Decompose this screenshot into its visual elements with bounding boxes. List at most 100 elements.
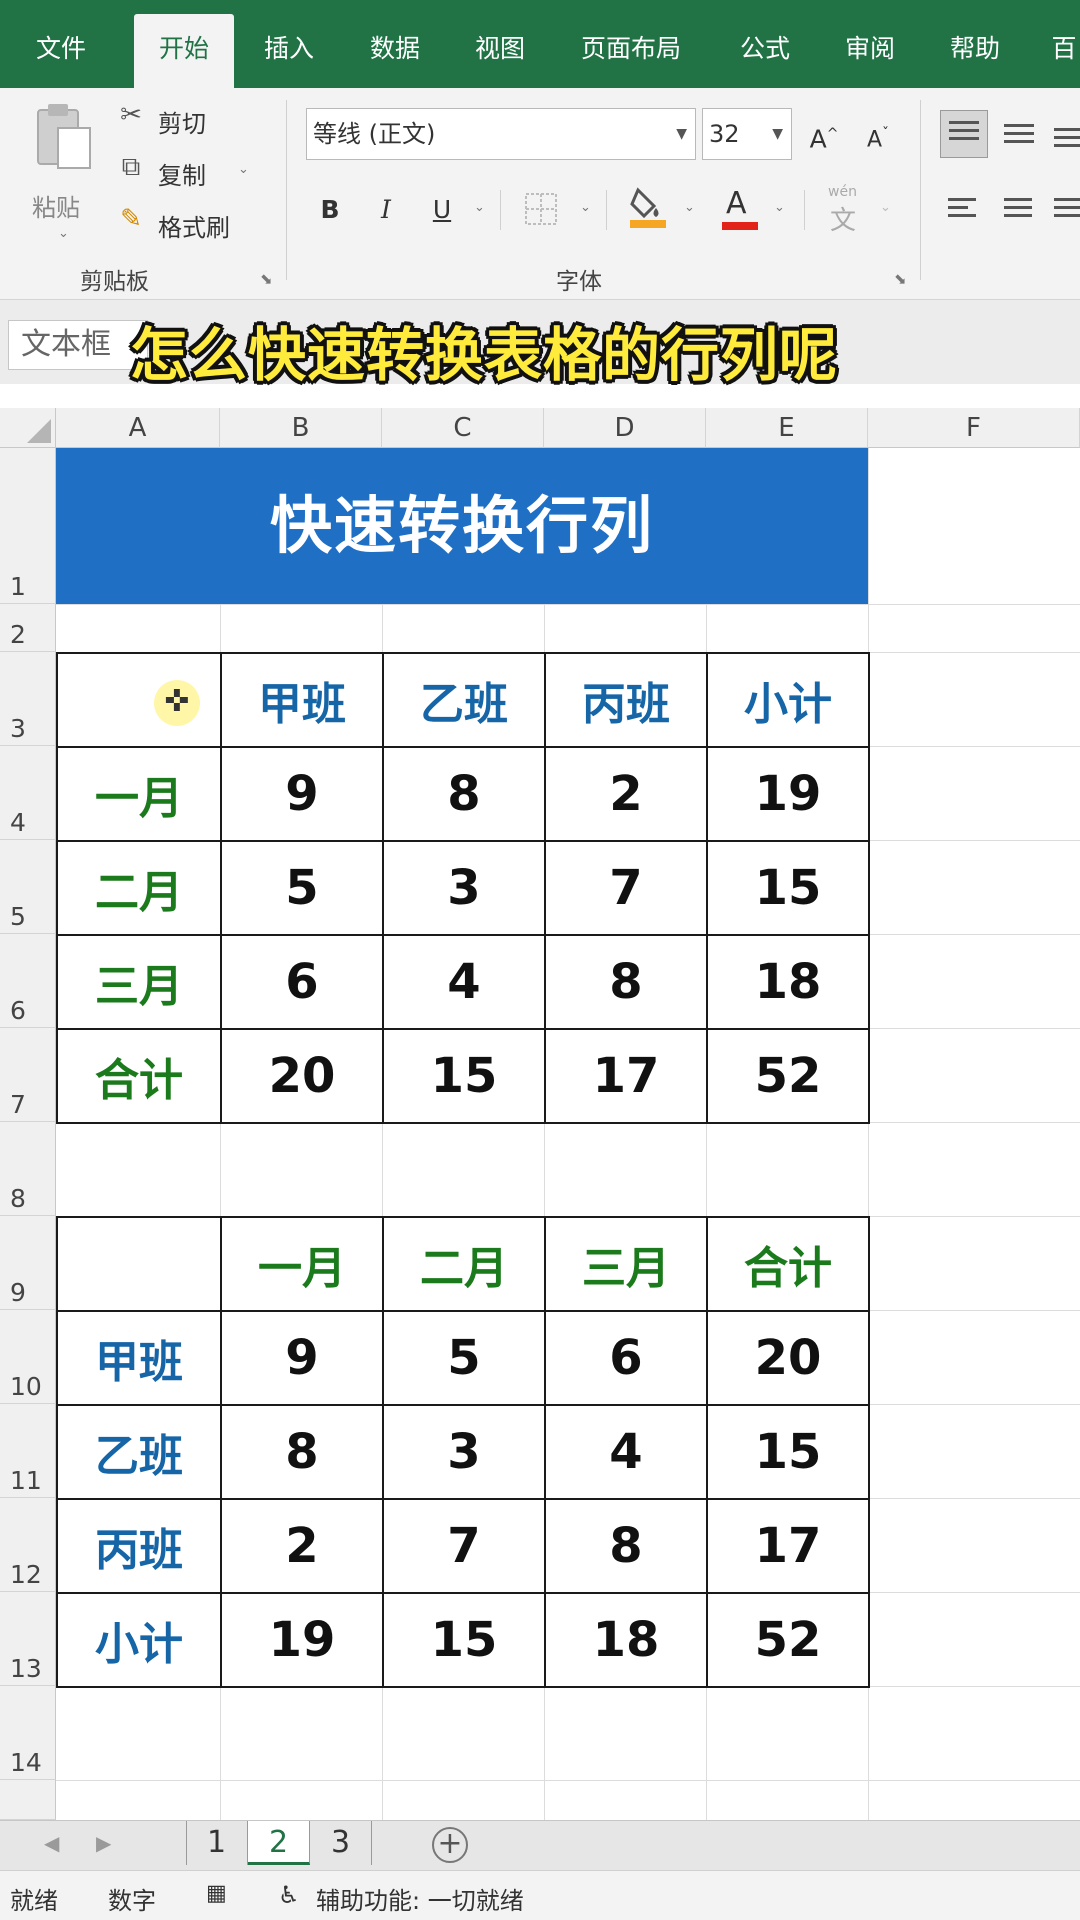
table-cell[interactable]: 20 <box>706 1310 870 1406</box>
column-header-d[interactable]: D <box>544 408 706 448</box>
column-header-b[interactable]: B <box>220 408 382 448</box>
grow-font-button[interactable]: A^ <box>806 112 842 156</box>
column-label-cell[interactable]: 二月 <box>382 1216 546 1312</box>
font-color-button[interactable]: A <box>720 184 764 234</box>
font-name-select[interactable]: 等线 (正文) ▼ <box>306 108 696 160</box>
row-label-cell[interactable]: 合计 <box>56 1028 222 1124</box>
table-cell[interactable]: 8 <box>220 1404 384 1500</box>
add-sheet-button[interactable]: + <box>432 1827 468 1863</box>
table-cell[interactable]: 9 <box>220 1310 384 1406</box>
row-label-cell[interactable]: 甲班 <box>56 1310 222 1406</box>
macro-record-icon[interactable]: ▦ <box>206 1881 227 1906</box>
table-cell[interactable]: 17 <box>544 1028 708 1124</box>
table-cell[interactable]: 19 <box>220 1592 384 1688</box>
row-header-15[interactable] <box>0 1780 56 1820</box>
sheet-tab-1[interactable]: 1 <box>186 1821 248 1865</box>
dialog-launcher-icon[interactable]: ⬊ <box>894 270 907 288</box>
status-accessibility[interactable]: 辅助功能: 一切就绪 <box>316 1881 524 1916</box>
tab-formulas[interactable]: 公式 <box>720 0 810 88</box>
table-cell[interactable]: 8 <box>544 1498 708 1594</box>
fill-color-button[interactable] <box>628 184 672 234</box>
column-label-cell[interactable]: 三月 <box>544 1216 708 1312</box>
row-label-cell[interactable]: 二月 <box>56 840 222 936</box>
align-center-button[interactable] <box>996 186 1044 234</box>
row-header-13[interactable]: 13 <box>0 1592 56 1686</box>
table-cell[interactable]: 3 <box>382 840 546 936</box>
sheet-tab-2[interactable]: 2 <box>248 1821 310 1865</box>
tab-view[interactable]: 视图 <box>455 0 545 88</box>
row-header-9[interactable]: 9 <box>0 1216 56 1310</box>
table-cell[interactable]: 5 <box>382 1310 546 1406</box>
phonetic-guide-button[interactable]: wén 文 <box>824 184 868 236</box>
row-header-2[interactable]: 2 <box>0 604 56 652</box>
table-cell[interactable] <box>56 1216 222 1312</box>
tab-insert[interactable]: 插入 <box>244 0 334 88</box>
column-header-f[interactable]: F <box>868 408 1080 448</box>
tab-home[interactable]: 开始 <box>134 14 234 88</box>
column-label-cell[interactable]: 甲班 <box>220 652 384 748</box>
tab-page-layout[interactable]: 页面布局 <box>566 0 696 88</box>
chevron-down-icon[interactable]: ⌄ <box>580 200 591 215</box>
title-cell[interactable]: 快速转换行列 <box>56 448 868 604</box>
bold-button[interactable]: B <box>312 188 348 232</box>
row-header-3[interactable]: 3 <box>0 652 56 746</box>
chevron-down-icon[interactable]: ⌄ <box>774 200 785 215</box>
tab-review[interactable]: 审阅 <box>825 0 915 88</box>
column-label-cell[interactable]: 乙班 <box>382 652 546 748</box>
copy-button[interactable]: ⧉ 复制 ⌄ <box>114 152 264 192</box>
italic-button[interactable]: I <box>368 188 404 232</box>
row-label-cell[interactable]: 三月 <box>56 934 222 1030</box>
row-header-14[interactable]: 14 <box>0 1686 56 1780</box>
table-cell[interactable]: 4 <box>544 1404 708 1500</box>
table-cell[interactable]: 15 <box>706 840 870 936</box>
table-cell[interactable]: 18 <box>544 1592 708 1688</box>
shrink-font-button[interactable]: Aˇ <box>860 112 896 156</box>
table-cell[interactable]: 6 <box>220 934 384 1030</box>
row-label-cell[interactable]: 丙班 <box>56 1498 222 1594</box>
column-header-a[interactable]: A <box>56 408 220 448</box>
column-header-e[interactable]: E <box>706 408 868 448</box>
accessibility-icon[interactable]: ♿ <box>278 1881 300 1909</box>
paste-button[interactable]: 粘贴 ⌄ <box>28 102 102 252</box>
table-cell[interactable]: 15 <box>382 1592 546 1688</box>
table-cell[interactable]: 7 <box>382 1498 546 1594</box>
table-cell[interactable]: 52 <box>706 1592 870 1688</box>
sheet-tab-3[interactable]: 3 <box>310 1821 372 1865</box>
table-cell[interactable]: 18 <box>706 934 870 1030</box>
column-label-cell[interactable]: 小计 <box>706 652 870 748</box>
table-cell[interactable]: 7 <box>544 840 708 936</box>
table-cell[interactable]: 15 <box>706 1404 870 1500</box>
row-header-8[interactable]: 8 <box>0 1122 56 1216</box>
align-top-button[interactable] <box>940 110 988 158</box>
dialog-launcher-icon[interactable]: ⬊ <box>260 270 273 288</box>
column-label-cell[interactable]: 合计 <box>706 1216 870 1312</box>
table-cell[interactable]: 2 <box>544 746 708 842</box>
underline-button[interactable]: U <box>424 188 460 232</box>
table-cell[interactable]: 15 <box>382 1028 546 1124</box>
column-label-cell[interactable]: 丙班 <box>544 652 708 748</box>
tab-file[interactable]: 文件 <box>14 0 108 88</box>
table-cell[interactable]: 52 <box>706 1028 870 1124</box>
table-cell[interactable]: 5 <box>220 840 384 936</box>
table-cell[interactable]: 6 <box>544 1310 708 1406</box>
table-cell[interactable]: 3 <box>382 1404 546 1500</box>
row-header-4[interactable]: 4 <box>0 746 56 840</box>
table-cell[interactable]: 8 <box>544 934 708 1030</box>
next-sheet-icon[interactable]: ▶ <box>96 1831 111 1855</box>
row-label-cell[interactable]: 一月 <box>56 746 222 842</box>
table-cell[interactable]: 20 <box>220 1028 384 1124</box>
tab-help[interactable]: 帮助 <box>930 0 1020 88</box>
chevron-down-icon[interactable]: ⌄ <box>880 200 891 215</box>
borders-button[interactable] <box>524 192 564 230</box>
align-right-button[interactable] <box>1046 186 1080 234</box>
chevron-down-icon[interactable]: ⌄ <box>474 200 485 215</box>
table-cell[interactable]: 2 <box>220 1498 384 1594</box>
row-label-cell[interactable]: 小计 <box>56 1592 222 1688</box>
column-label-cell[interactable]: 一月 <box>220 1216 384 1312</box>
prev-sheet-icon[interactable]: ◀ <box>44 1831 59 1855</box>
table-cell[interactable]: 19 <box>706 746 870 842</box>
align-middle-button[interactable] <box>996 110 1044 158</box>
name-box[interactable]: 文本框 <box>8 320 148 370</box>
column-header-c[interactable]: C <box>382 408 544 448</box>
table-cell[interactable]: 8 <box>382 746 546 842</box>
